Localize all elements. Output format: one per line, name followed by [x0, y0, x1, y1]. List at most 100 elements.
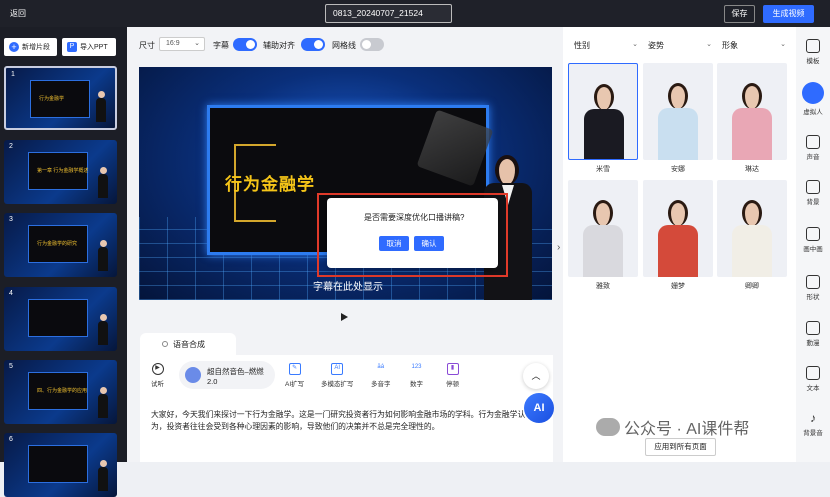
multimodal-button[interactable]: AI 多模态扩写: [321, 363, 354, 388]
slide-number: 1: [11, 71, 15, 78]
confirm-button[interactable]: 确认: [414, 236, 444, 251]
apply-all-button[interactable]: 应用到所有页面: [645, 438, 716, 456]
slide-thumbnail[interactable]: 6: [4, 433, 117, 497]
tool-background[interactable]: 背景: [796, 180, 830, 206]
image-filter-label: 形象: [722, 41, 738, 50]
voice-tab-label: 语音合成: [173, 340, 205, 349]
watermark: 公众号 · AI课件帮: [624, 421, 750, 438]
slide-thumbnail[interactable]: 5 四、行为金融学的应用: [4, 360, 117, 424]
slide-thumbnail[interactable]: 2 第一章 行为金融学概述: [4, 140, 117, 204]
avatar-name: 雅致: [596, 283, 610, 290]
expand-up-icon[interactable]: ︿: [523, 363, 549, 389]
chevron-right-icon[interactable]: ›: [557, 242, 560, 253]
project-name-input[interactable]: 0813_20240707_21524: [325, 4, 452, 23]
pip-icon: [806, 227, 820, 241]
tool-text-label: 文本: [806, 385, 820, 392]
optimize-dialog: 是否需要深度优化口播讲稿? 取消 确认: [327, 198, 498, 268]
tool-text[interactable]: 文本: [796, 366, 830, 392]
avatar-name: 琳达: [745, 166, 759, 173]
slide-thumbnail[interactable]: 1 行为金融学: [4, 66, 117, 130]
tool-bgm-label: 背景音: [803, 430, 823, 437]
pose-filter-label: 姿势: [648, 41, 664, 50]
tool-audio[interactable]: 声音: [796, 135, 830, 161]
slide-thumbnail[interactable]: 4: [4, 287, 117, 351]
slide-thumb-title: 四、行为金融学的应用: [37, 388, 88, 394]
avatar-card[interactable]: 米雪: [568, 63, 638, 173]
presenter-thumb: [98, 167, 108, 198]
voice-name: 超自然音色–燃燃: [207, 367, 264, 376]
slide-preview: 四、行为金融学的应用: [28, 372, 88, 410]
image-filter[interactable]: 形象 ⌄: [722, 40, 790, 56]
tool-bgm[interactable]: ♪ 背景音: [796, 411, 830, 437]
tool-animation[interactable]: 動漫: [796, 321, 830, 347]
ai-assistant-button[interactable]: AI: [524, 393, 554, 423]
gender-filter[interactable]: 性别 ⌄: [574, 40, 642, 56]
avatar-card[interactable]: 安娜: [643, 63, 713, 173]
voice-selector[interactable]: 超自然音色–燃燃 2.0: [179, 361, 275, 389]
plus-icon: +: [9, 42, 19, 52]
music-note-icon: ♪: [810, 411, 816, 425]
avatar-name: 米雪: [596, 166, 610, 173]
add-slide-button[interactable]: + 新增片段: [4, 38, 57, 56]
ai-rewrite-label: AI扩写: [285, 381, 305, 388]
generate-video-button[interactable]: 生成视频: [763, 5, 814, 23]
tool-avatar[interactable]: 虚拟人: [796, 82, 830, 116]
avatar-card[interactable]: 琳达: [717, 63, 787, 173]
avatar-card[interactable]: 卿卿: [717, 180, 787, 290]
tool-shape[interactable]: 形状: [796, 275, 830, 301]
animation-icon: [806, 321, 820, 335]
chevron-down-icon: ⌄: [632, 41, 638, 48]
slide-preview: [28, 299, 88, 337]
import-ppt-label: 导入PPT: [80, 44, 108, 51]
avatar-name: 安娜: [671, 166, 685, 173]
tab-voice-synthesis[interactable]: 语音合成: [140, 333, 236, 355]
voice-avatar: [185, 367, 201, 383]
template-icon: [806, 39, 820, 53]
play-icon[interactable]: [341, 313, 348, 321]
text-icon: [806, 366, 820, 380]
ratio-select[interactable]: 16:9 ⌄: [159, 37, 205, 51]
tool-audio-label: 声音: [806, 154, 820, 161]
polyphone-label: 多音字: [371, 381, 391, 388]
voice-version: 2.0: [207, 377, 218, 386]
slide-title[interactable]: 行为金融学: [225, 170, 315, 195]
slide-preview: 第一章 行为金融学概述: [28, 152, 88, 190]
subtitle-toggle[interactable]: [233, 38, 257, 51]
tool-pip[interactable]: 画中画: [796, 227, 830, 253]
presenter-thumb: [98, 240, 108, 271]
avatar-card[interactable]: 姗梦: [643, 180, 713, 290]
save-button[interactable]: 保存: [724, 5, 755, 23]
import-ppt-button[interactable]: P 导入PPT: [62, 38, 116, 56]
avatar-icon: [802, 82, 824, 104]
multimodal-icon: AI: [331, 363, 344, 375]
slide-thumb-title: 行为金融学的研究: [37, 241, 78, 247]
right-toolbar: 模板 虚拟人 声音 背景 画中画 形状 動漫 文本 ♪ 背景音: [796, 27, 830, 462]
tool-template[interactable]: 模板: [796, 39, 830, 65]
back-button[interactable]: 返回: [10, 8, 26, 19]
cancel-button[interactable]: 取消: [379, 236, 409, 251]
slide-preview: 行为金融学的研究: [28, 225, 88, 263]
presenter-thumb: [98, 460, 108, 491]
shape-icon: [806, 275, 820, 289]
pause-icon: ▮: [446, 363, 459, 375]
slide-thumbnail[interactable]: 3 行为金融学的研究: [4, 213, 117, 277]
digits-button[interactable]: 123 数字: [410, 363, 423, 388]
grid-toggle[interactable]: [360, 38, 384, 51]
subtitle-label: 字幕: [213, 41, 229, 50]
avatar-image: [643, 180, 713, 277]
subtitle-text[interactable]: 字幕在此处显示: [313, 278, 383, 293]
tool-shape-label: 形状: [806, 294, 820, 301]
avatar-card[interactable]: 雅致: [568, 180, 638, 290]
avatar-image: [717, 63, 787, 160]
pause-button[interactable]: ▮ 停顿: [446, 363, 459, 388]
script-textarea[interactable]: 大家好，今天我们来探讨一下行为金融学。这是一门研究投资者行为如何影响金融市场的学…: [151, 409, 531, 433]
align-toggle[interactable]: [301, 38, 325, 51]
trial-label: 试听: [151, 381, 164, 388]
pose-filter[interactable]: 姿势 ⌄: [648, 40, 716, 56]
ai-rewrite-button[interactable]: ✎ AI扩写: [285, 363, 304, 388]
polyphone-button[interactable]: āá 多音字: [371, 363, 391, 388]
tool-template-label: 模板: [806, 58, 820, 65]
trial-button[interactable]: ▶ 试听: [151, 363, 164, 388]
audio-icon: [806, 135, 820, 149]
slide-preview: 行为金融学: [30, 80, 90, 118]
